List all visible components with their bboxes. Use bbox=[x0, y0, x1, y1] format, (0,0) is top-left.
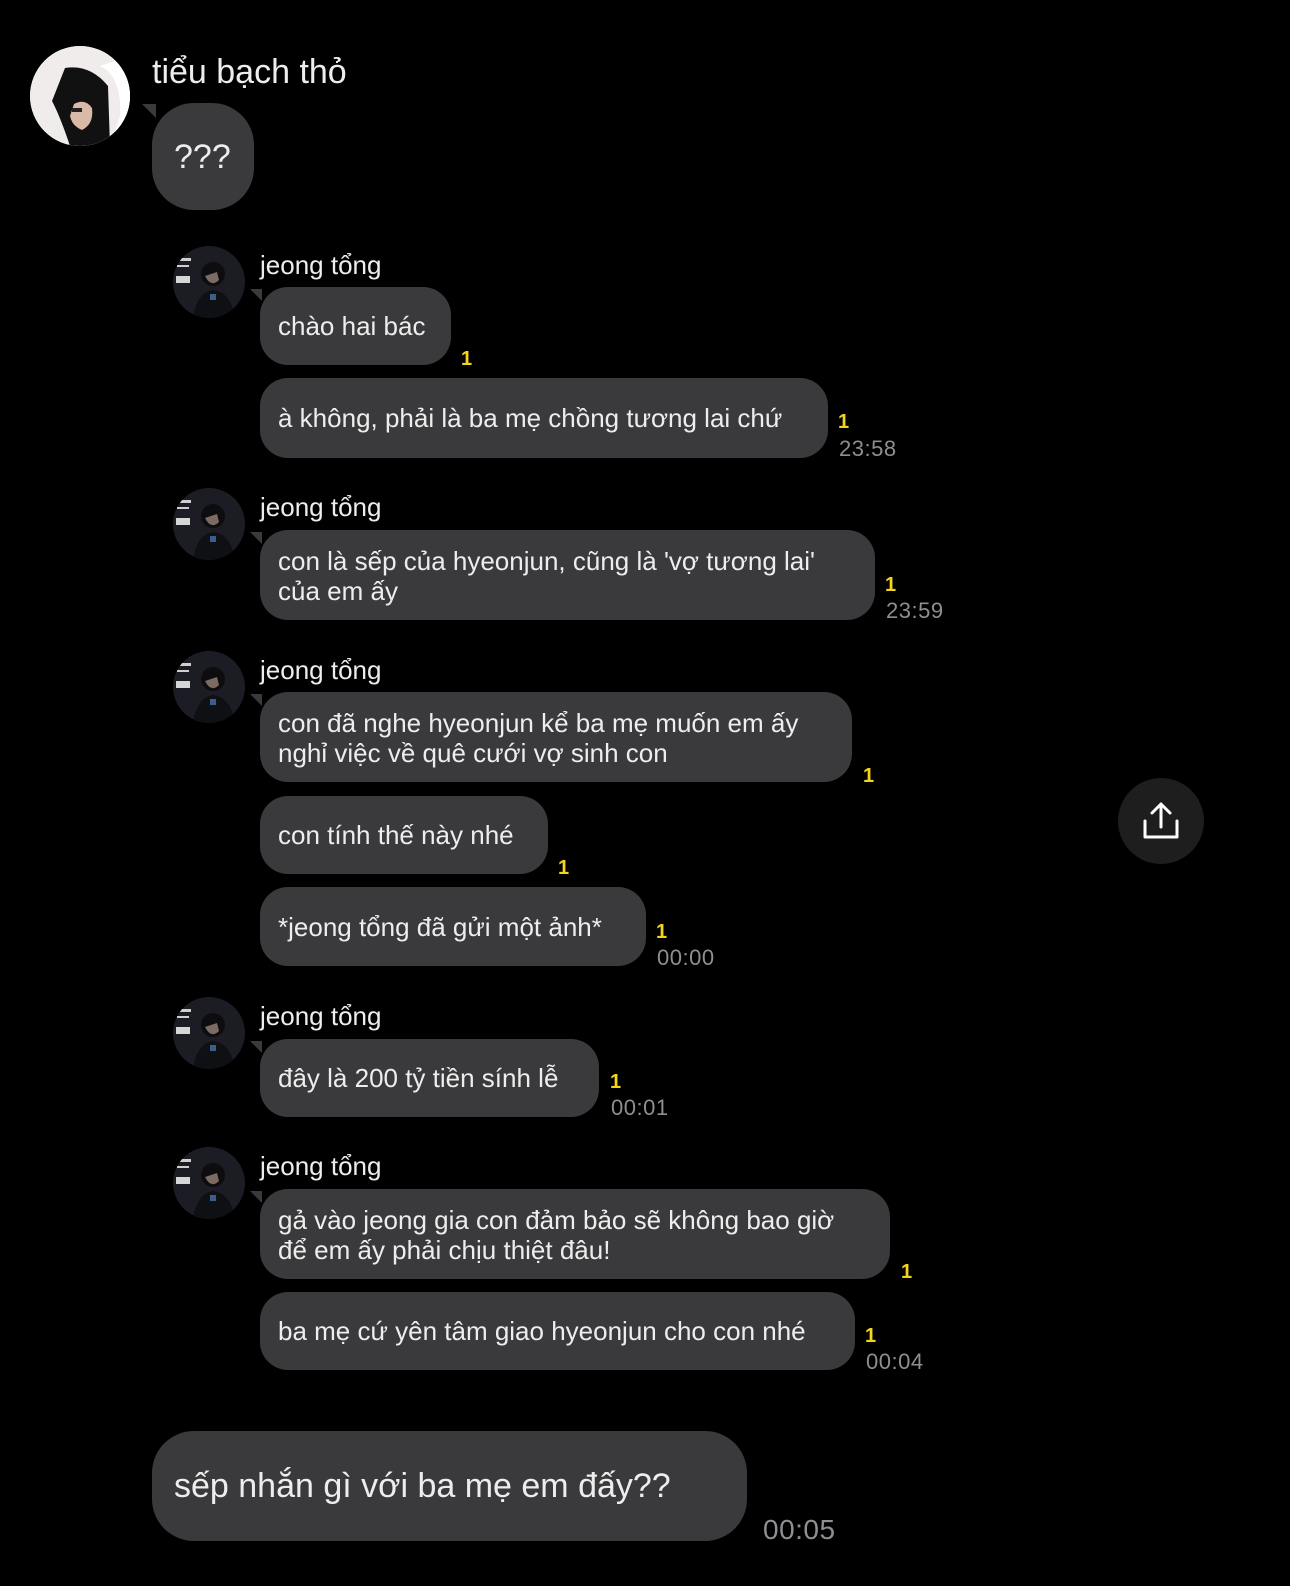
read-receipt: 1 bbox=[863, 765, 875, 787]
sender-name: jeong tổng bbox=[260, 655, 382, 685]
message-bubble[interactable]: ba mẹ cứ yên tâm giao hyeonjun cho con n… bbox=[260, 1292, 855, 1370]
avatar[interactable] bbox=[173, 997, 245, 1069]
message-text: ??? bbox=[174, 137, 231, 176]
timestamp: 00:00 bbox=[657, 945, 715, 970]
timestamp: 00:04 bbox=[866, 1349, 924, 1374]
message-bubble[interactable]: con là sếp của hyeonjun, cũng là 'vợ tươ… bbox=[260, 530, 875, 620]
message-text-line: con đã nghe hyeonjun kể ba mẹ muốn em ấy bbox=[278, 708, 799, 738]
share-upload-icon bbox=[1143, 802, 1179, 839]
message-bubble[interactable]: sếp nhắn gì với ba mẹ em đấy?? bbox=[152, 1431, 747, 1541]
message-text-line: của em ấy bbox=[278, 576, 398, 606]
message-text: chào hai bác bbox=[278, 311, 426, 341]
message-text-line: nghỉ việc về quê cưới vợ sinh con bbox=[278, 738, 668, 768]
sender-name: jeong tổng bbox=[260, 1001, 382, 1031]
message-bubble[interactable]: ??? bbox=[152, 103, 254, 210]
read-receipt: 1 bbox=[610, 1071, 622, 1093]
timestamp: 00:01 bbox=[611, 1095, 669, 1120]
timestamp: 23:59 bbox=[886, 598, 944, 623]
message-bubble[interactable]: chào hai bác bbox=[260, 287, 451, 365]
header-sender-name: tiểu bạch thỏ bbox=[152, 53, 347, 91]
bubble-tail bbox=[250, 694, 262, 706]
message-text-line: gả vào jeong gia con đảm bảo sẽ không ba… bbox=[278, 1205, 835, 1235]
read-receipt: 1 bbox=[558, 857, 570, 879]
avatar-dark-portrait-icon bbox=[173, 488, 245, 560]
bubble-tail bbox=[250, 1191, 262, 1203]
message-text: *jeong tổng đã gửi một ảnh* bbox=[278, 911, 602, 942]
message-text-line: để em ấy phải chịu thiệt đâu! bbox=[278, 1235, 611, 1265]
timestamp: 00:05 bbox=[763, 1514, 836, 1545]
share-button[interactable] bbox=[1118, 778, 1204, 864]
message-text: ba mẹ cứ yên tâm giao hyeonjun cho con n… bbox=[278, 1316, 806, 1346]
read-receipt: 1 bbox=[656, 921, 668, 943]
message-text: sếp nhắn gì với ba mẹ em đấy?? bbox=[174, 1467, 671, 1505]
avatar-dark-portrait-icon bbox=[173, 997, 245, 1069]
avatar-dark-portrait-icon bbox=[173, 1147, 245, 1219]
avatar[interactable] bbox=[30, 46, 130, 146]
message-bubble[interactable]: gả vào jeong gia con đảm bảo sẽ không ba… bbox=[260, 1189, 890, 1279]
message-bubble[interactable]: con đã nghe hyeonjun kể ba mẹ muốn em ấy… bbox=[260, 692, 852, 782]
read-receipt: 1 bbox=[865, 1325, 877, 1347]
message-bubble[interactable]: con tính thế này nhé bbox=[260, 796, 548, 874]
read-receipt: 1 bbox=[461, 348, 473, 370]
bubble-tail bbox=[250, 1041, 262, 1053]
avatar[interactable] bbox=[173, 246, 245, 318]
message-bubble[interactable]: *jeong tổng đã gửi một ảnh* bbox=[260, 887, 646, 966]
avatar[interactable] bbox=[173, 488, 245, 560]
read-receipt: 1 bbox=[885, 574, 897, 596]
sender-name: jeong tổng bbox=[260, 250, 382, 280]
avatar-dark-portrait-icon bbox=[173, 651, 245, 723]
bubble-tail bbox=[250, 289, 262, 301]
message-bubble[interactable]: à không, phải là ba mẹ chồng tương lai c… bbox=[260, 378, 828, 458]
sender-name: jeong tổng bbox=[260, 492, 382, 522]
message-bubble[interactable]: đây là 200 tỷ tiền sính lễ bbox=[260, 1039, 599, 1117]
bubble-tail bbox=[250, 532, 262, 544]
avatar[interactable] bbox=[173, 1147, 245, 1219]
message-text: con tính thế này nhé bbox=[278, 820, 514, 850]
message-text: đây là 200 tỷ tiền sính lễ bbox=[278, 1063, 559, 1093]
avatar[interactable] bbox=[173, 651, 245, 723]
message-text: à không, phải là ba mẹ chồng tương lai c… bbox=[278, 403, 783, 433]
timestamp: 23:58 bbox=[839, 436, 897, 461]
avatar-hooded-person-icon bbox=[30, 46, 130, 146]
bubble-tail bbox=[142, 104, 156, 118]
message-text-line: con là sếp của hyeonjun, cũng là 'vợ tươ… bbox=[278, 546, 815, 576]
sender-name: jeong tổng bbox=[260, 1151, 382, 1181]
read-receipt: 1 bbox=[901, 1261, 913, 1283]
read-receipt: 1 bbox=[838, 411, 850, 433]
avatar-dark-portrait-icon bbox=[173, 246, 245, 318]
